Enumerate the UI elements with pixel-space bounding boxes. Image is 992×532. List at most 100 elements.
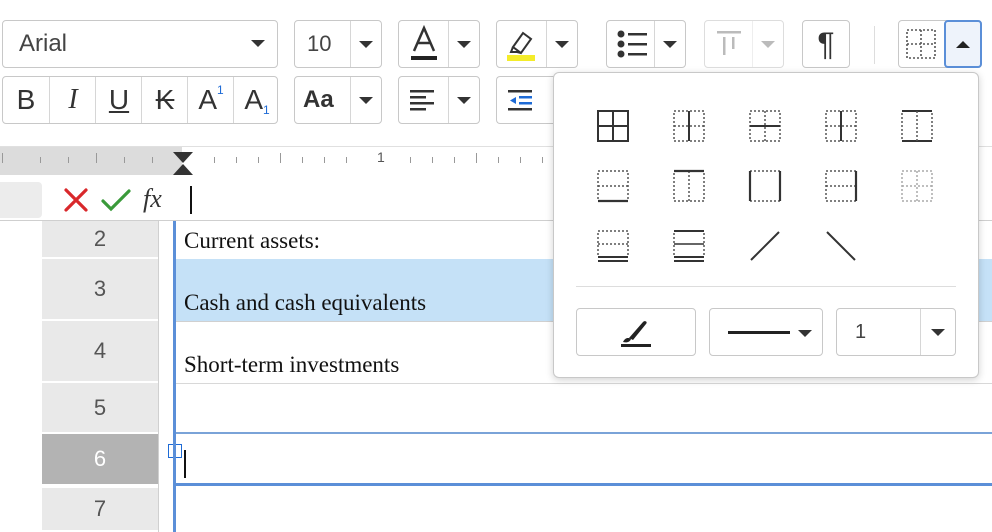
borders-dropdown-button[interactable] bbox=[944, 20, 982, 68]
bold-button[interactable]: B bbox=[3, 77, 49, 123]
line-width-select[interactable]: 1 bbox=[836, 308, 956, 356]
cell-text: Cash and cash equivalents bbox=[184, 290, 427, 315]
name-box[interactable] bbox=[0, 182, 42, 218]
strikethrough-button[interactable]: K bbox=[141, 77, 188, 123]
chevron-down-icon bbox=[359, 96, 373, 104]
inner-vertical-border-icon[interactable] bbox=[672, 109, 706, 143]
column-left-border bbox=[173, 221, 176, 532]
right-border-icon[interactable] bbox=[824, 169, 858, 203]
row-number: 7 bbox=[93, 496, 107, 521]
row-header[interactable]: 7 bbox=[42, 488, 158, 532]
confirm-icon[interactable] bbox=[100, 186, 132, 219]
toolbar-divider bbox=[874, 26, 875, 64]
inner-borders-icon[interactable] bbox=[824, 109, 858, 143]
row-number: 6 bbox=[93, 446, 107, 471]
font-name-value: Arial bbox=[19, 30, 68, 57]
borders-popup: 1 bbox=[553, 72, 979, 378]
subscript-button[interactable]: A1 bbox=[233, 77, 280, 123]
chevron-down-icon bbox=[931, 328, 945, 336]
subscript-icon: A bbox=[244, 84, 263, 115]
outer-vertical-border-icon[interactable] bbox=[900, 109, 934, 143]
ruler-margin-shade bbox=[0, 147, 182, 175]
font-color-icon bbox=[409, 24, 439, 63]
bullet-list-icon bbox=[615, 27, 649, 66]
table-row[interactable] bbox=[176, 383, 992, 434]
paint-brush-icon bbox=[621, 321, 651, 347]
text-format-group: B I U K A1 A1 bbox=[2, 76, 278, 124]
superscript-button[interactable]: A1 bbox=[187, 77, 234, 123]
font-name-select[interactable]: Arial bbox=[2, 20, 278, 68]
indent-marker[interactable] bbox=[172, 151, 194, 182]
chevron-down-icon bbox=[663, 40, 677, 48]
chevron-down-icon bbox=[359, 40, 373, 48]
text-cursor bbox=[190, 186, 192, 214]
row-header-divider bbox=[158, 221, 159, 532]
superscript-icon: A bbox=[198, 84, 217, 115]
change-case-button[interactable]: Aa bbox=[294, 76, 382, 124]
row-header[interactable]: 2 bbox=[42, 221, 158, 259]
align-left-icon bbox=[409, 88, 435, 119]
underline-button[interactable]: U bbox=[95, 77, 142, 123]
row-number: 4 bbox=[93, 338, 107, 363]
inner-horizontal-border-icon[interactable] bbox=[748, 109, 782, 143]
row-header[interactable]: 4 bbox=[42, 321, 158, 383]
highlighter-icon bbox=[505, 25, 537, 63]
cell-text: Current assets: bbox=[184, 228, 321, 253]
align-top-icon bbox=[715, 29, 743, 64]
row-header[interactable]: 5 bbox=[42, 383, 158, 434]
horizontal-align-dropdown-button[interactable] bbox=[448, 77, 479, 123]
decrease-indent-button[interactable] bbox=[496, 76, 558, 124]
active-cell[interactable] bbox=[176, 434, 992, 486]
font-color-dropdown-button[interactable] bbox=[448, 21, 479, 67]
bottom-double-border-icon[interactable] bbox=[596, 229, 630, 263]
superscript-mark: 1 bbox=[217, 83, 224, 97]
line-style-select[interactable] bbox=[709, 308, 823, 356]
bold-icon: B bbox=[16, 84, 36, 115]
row-header[interactable]: 3 bbox=[42, 259, 158, 321]
function-icon[interactable]: fx bbox=[143, 184, 162, 214]
highlight-color-button[interactable] bbox=[496, 20, 578, 68]
italic-icon: I bbox=[68, 84, 78, 115]
cell-text: Short-term investments bbox=[184, 352, 400, 377]
left-right-border-icon[interactable] bbox=[748, 169, 782, 203]
table-row[interactable] bbox=[176, 488, 992, 532]
bullet-list-dropdown-button[interactable] bbox=[654, 21, 685, 67]
font-size-dropdown-button[interactable] bbox=[350, 21, 381, 67]
font-size-select[interactable]: 10 bbox=[294, 20, 382, 68]
bullet-list-button[interactable] bbox=[606, 20, 686, 68]
no-borders-icon[interactable] bbox=[900, 169, 934, 203]
diagonal-up-border-icon[interactable] bbox=[748, 229, 782, 263]
row-number: 2 bbox=[93, 226, 107, 251]
fx-label: fx bbox=[143, 184, 162, 213]
horizontal-align-button[interactable] bbox=[398, 76, 480, 124]
pilcrow-icon: ¶ bbox=[817, 25, 835, 62]
vertical-align-button bbox=[704, 20, 784, 68]
chevron-down-icon bbox=[251, 40, 265, 47]
border-color-button[interactable] bbox=[576, 308, 696, 356]
chevron-down-icon bbox=[457, 96, 471, 104]
top-bottom-double-border-icon[interactable] bbox=[672, 229, 706, 263]
change-case-dropdown-button[interactable] bbox=[350, 77, 381, 123]
vertical-align-dropdown-button bbox=[752, 21, 783, 67]
chevron-down-icon bbox=[761, 40, 775, 48]
all-borders-icon[interactable] bbox=[596, 109, 630, 143]
italic-button[interactable]: I bbox=[49, 77, 96, 123]
cancel-icon[interactable] bbox=[62, 186, 90, 219]
highlight-dropdown-button[interactable] bbox=[546, 21, 577, 67]
row-number: 5 bbox=[93, 394, 107, 420]
decrease-indent-icon bbox=[507, 88, 533, 119]
strikethrough-icon: K bbox=[155, 84, 175, 115]
paragraph-mark-button[interactable]: ¶ bbox=[802, 20, 850, 68]
change-case-icon: Aa bbox=[303, 86, 334, 113]
row-header-active[interactable]: 6 bbox=[42, 434, 158, 486]
bottom-border-icon[interactable] bbox=[596, 169, 630, 203]
subscript-mark: 1 bbox=[263, 103, 270, 117]
top-border-icon[interactable] bbox=[672, 169, 706, 203]
font-color-button[interactable] bbox=[398, 20, 480, 68]
cell-cursor bbox=[184, 450, 186, 478]
borders-icon bbox=[905, 28, 937, 65]
diagonal-down-border-icon[interactable] bbox=[824, 229, 858, 263]
borders-button[interactable] bbox=[898, 20, 982, 68]
line-width-dropdown-button[interactable] bbox=[920, 309, 955, 355]
line-width-value: 1 bbox=[855, 320, 867, 343]
